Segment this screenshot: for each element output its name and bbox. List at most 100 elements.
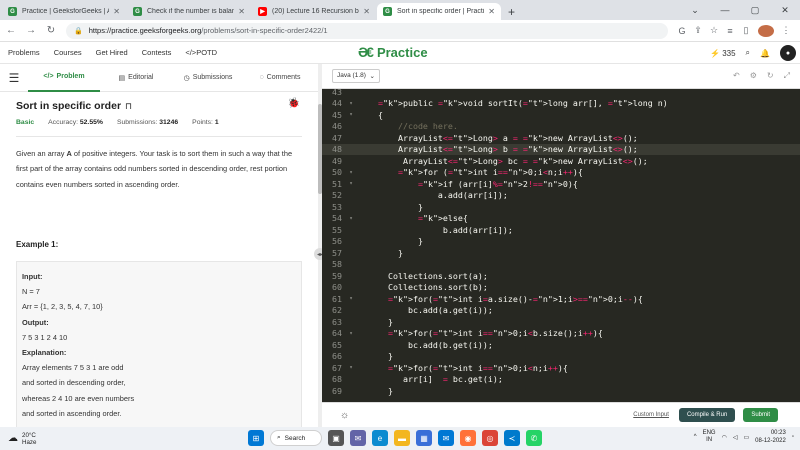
language-select[interactable]: Java (1.8) ⌄ — [332, 69, 380, 83]
user-avatar[interactable]: ● — [780, 45, 796, 61]
maximize-icon[interactable]: ▢ — [740, 0, 770, 20]
star-icon[interactable]: ☆ — [706, 25, 722, 36]
close-icon[interactable]: ✕ — [113, 7, 120, 16]
browser-tab-2[interactable]: G Check if the number is balanced ✕ — [127, 3, 251, 20]
code-line[interactable]: 55 b.add(arr[i]); — [322, 224, 800, 236]
firefox-icon[interactable]: ◉ — [460, 430, 476, 446]
code-line[interactable]: 60 Collections.sort(b); — [322, 282, 800, 294]
close-icon[interactable]: ✕ — [488, 7, 495, 16]
sidebar-icon[interactable]: ▯ — [738, 25, 754, 36]
code-line[interactable]: 53 } — [322, 201, 800, 213]
reading-list-icon[interactable]: ≡ — [722, 26, 738, 36]
hamburger-menu-icon[interactable]: ☰ — [0, 71, 28, 85]
wifi-icon[interactable]: ◠ — [722, 434, 727, 441]
fold-arrow-icon[interactable]: ▾ — [344, 169, 358, 176]
submit-button[interactable]: Submit — [743, 408, 778, 422]
nav-problems[interactable]: Problems — [8, 48, 40, 57]
code-line[interactable]: 43 — [322, 89, 800, 98]
code-line[interactable]: 67 ▾ ="k">for(="t">int i=="n">0;i<n;i++){ — [322, 362, 800, 374]
close-window-icon[interactable]: ✕ — [770, 0, 800, 20]
code-line[interactable]: 46 //code here. — [322, 121, 800, 133]
fold-arrow-icon[interactable]: ▾ — [344, 100, 358, 107]
close-icon[interactable]: ✕ — [363, 7, 370, 16]
tab-submissions[interactable]: ◷ Submissions — [172, 64, 244, 92]
code-line[interactable]: 44 ▾ ="k">public ="k">void sortIt(="t">lo… — [322, 98, 800, 110]
search-icon[interactable]: ⌕ — [746, 48, 750, 58]
bookmark-icon[interactable]: ⊓ — [125, 101, 132, 112]
menu-kebab-icon[interactable]: ⋮ — [778, 25, 794, 36]
code-line[interactable]: 45 ▾ { — [322, 109, 800, 121]
compile-run-button[interactable]: Compile & Run — [678, 408, 736, 422]
chrome-icon[interactable]: ◎ — [482, 430, 498, 446]
fold-arrow-icon[interactable]: ▾ — [344, 364, 358, 371]
code-line[interactable]: 51 ▾ ="k">if (arr[i]%="n">2!=="n">0){ — [322, 178, 800, 190]
code-line[interactable]: 66 } — [322, 351, 800, 363]
close-icon[interactable]: ✕ — [238, 7, 245, 16]
nav-courses[interactable]: Courses — [54, 48, 82, 57]
vscode-icon[interactable]: ≺ — [504, 430, 520, 446]
windows-start-icon[interactable]: ⊞ — [248, 430, 264, 446]
gfg-logo[interactable]: Ə€ Practice — [358, 44, 428, 60]
back-arrow-icon[interactable]: ← — [2, 22, 20, 40]
taskbar-search[interactable]: ⌕ Search — [270, 430, 322, 446]
minimize-icon[interactable]: — — [710, 0, 740, 20]
chevron-up-icon[interactable]: ^ — [694, 434, 697, 440]
streak-counter[interactable]: ⚡ 335 — [710, 49, 735, 58]
fold-arrow-icon[interactable]: ▾ — [344, 180, 358, 187]
settings-icon[interactable]: ⚙ — [750, 71, 757, 81]
bug-report-icon[interactable]: 🐞 — [288, 98, 300, 109]
bell-icon[interactable]: 🔔 — [760, 49, 770, 58]
code-line[interactable]: 56 } — [322, 236, 800, 248]
store-icon[interactable]: ▦ — [416, 430, 432, 446]
code-line[interactable]: 54 ▾ ="k">else{ — [322, 213, 800, 225]
volume-icon[interactable]: ◁ — [733, 434, 738, 441]
fold-arrow-icon[interactable]: ▾ — [344, 215, 358, 222]
chat-icon[interactable]: ✉ — [350, 430, 366, 446]
code-line[interactable]: 64 ▾ ="k">for(="t">int i=="n">0;i<b.size(… — [322, 328, 800, 340]
code-line[interactable]: 61 ▾ ="k">for(="t">int i=a.size()-="n">1;… — [322, 293, 800, 305]
nav-contests[interactable]: Contests — [142, 48, 172, 57]
code-line[interactable]: 59 Collections.sort(a); — [322, 270, 800, 282]
code-line[interactable]: 68 arr[i] = bc.get(i); — [322, 374, 800, 386]
code-line[interactable]: 50 ▾ ="k">for (="t">int i=="n">0;i<n;i++)… — [322, 167, 800, 179]
code-line[interactable]: 58 — [322, 259, 800, 271]
mail-icon[interactable]: ✉ — [438, 430, 454, 446]
code-editor[interactable]: 43 44 ▾ ="k">public ="k">void sortIt(="t">… — [322, 89, 800, 402]
browser-tab-1[interactable]: G Practice | GeeksforGeeks | A com ✕ — [2, 3, 126, 20]
code-line[interactable]: 49 ArrayList<="t">Long> bc = ="k">new Ar… — [322, 155, 800, 167]
fold-arrow-icon[interactable]: ▾ — [344, 295, 358, 302]
nav-get-hired[interactable]: Get Hired — [96, 48, 128, 57]
google-icon[interactable]: G — [674, 26, 690, 36]
chevron-down-icon[interactable]: ⌄ — [680, 0, 710, 20]
browser-tab-4-active[interactable]: G Sort in specific order | Practice | ✕ — [377, 3, 501, 20]
fullscreen-icon[interactable]: ⤢ — [784, 71, 790, 81]
share-icon[interactable]: ⇪ — [690, 25, 706, 36]
new-tab-button[interactable]: + — [508, 3, 515, 20]
reload-icon[interactable]: ↻ — [42, 22, 60, 40]
battery-icon[interactable]: ▭ — [743, 434, 749, 441]
browser-tab-3[interactable]: ▶ (20) Lecture 16 Recursion basics ✕ — [252, 3, 376, 20]
custom-input-link[interactable]: Custom Input — [633, 412, 669, 418]
undo-icon[interactable]: ↶ — [733, 71, 740, 81]
weather-widget[interactable]: ☁ 20°C Haze — [8, 432, 36, 446]
file-explorer-icon[interactable]: ▬ — [394, 430, 410, 446]
lightbulb-icon[interactable]: ☼ — [340, 410, 349, 421]
code-line[interactable]: 62 bc.add(a.get(i)); — [322, 305, 800, 317]
code-line[interactable]: 63 } — [322, 316, 800, 328]
reset-icon[interactable]: ↻ — [767, 71, 774, 81]
code-line[interactable]: 47 ArrayList<="t">Long> a = ="k">new Arr… — [322, 132, 800, 144]
fold-arrow-icon[interactable]: ▾ — [344, 111, 358, 118]
code-line[interactable]: 69 } — [322, 385, 800, 397]
code-line[interactable]: 52 a.add(arr[i]); — [322, 190, 800, 202]
tab-problem[interactable]: </> Problem — [28, 64, 100, 92]
tab-editorial[interactable]: ▤ Editorial — [100, 64, 172, 92]
nav-potd[interactable]: </>POTD — [185, 48, 217, 57]
notification-icon[interactable]: ▫ — [792, 434, 794, 440]
tab-comments[interactable]: ◌ Comments — [244, 64, 316, 92]
fold-arrow-icon[interactable]: ▾ — [344, 330, 358, 337]
edge-icon[interactable]: e — [372, 430, 388, 446]
task-view-icon[interactable]: ▣ — [328, 430, 344, 446]
profile-avatar[interactable] — [758, 24, 774, 37]
code-line[interactable]: 48 ArrayList<="t">Long> b = ="k">new Arr… — [322, 143, 800, 155]
code-line[interactable]: 65 bc.add(b.get(i)); — [322, 339, 800, 351]
